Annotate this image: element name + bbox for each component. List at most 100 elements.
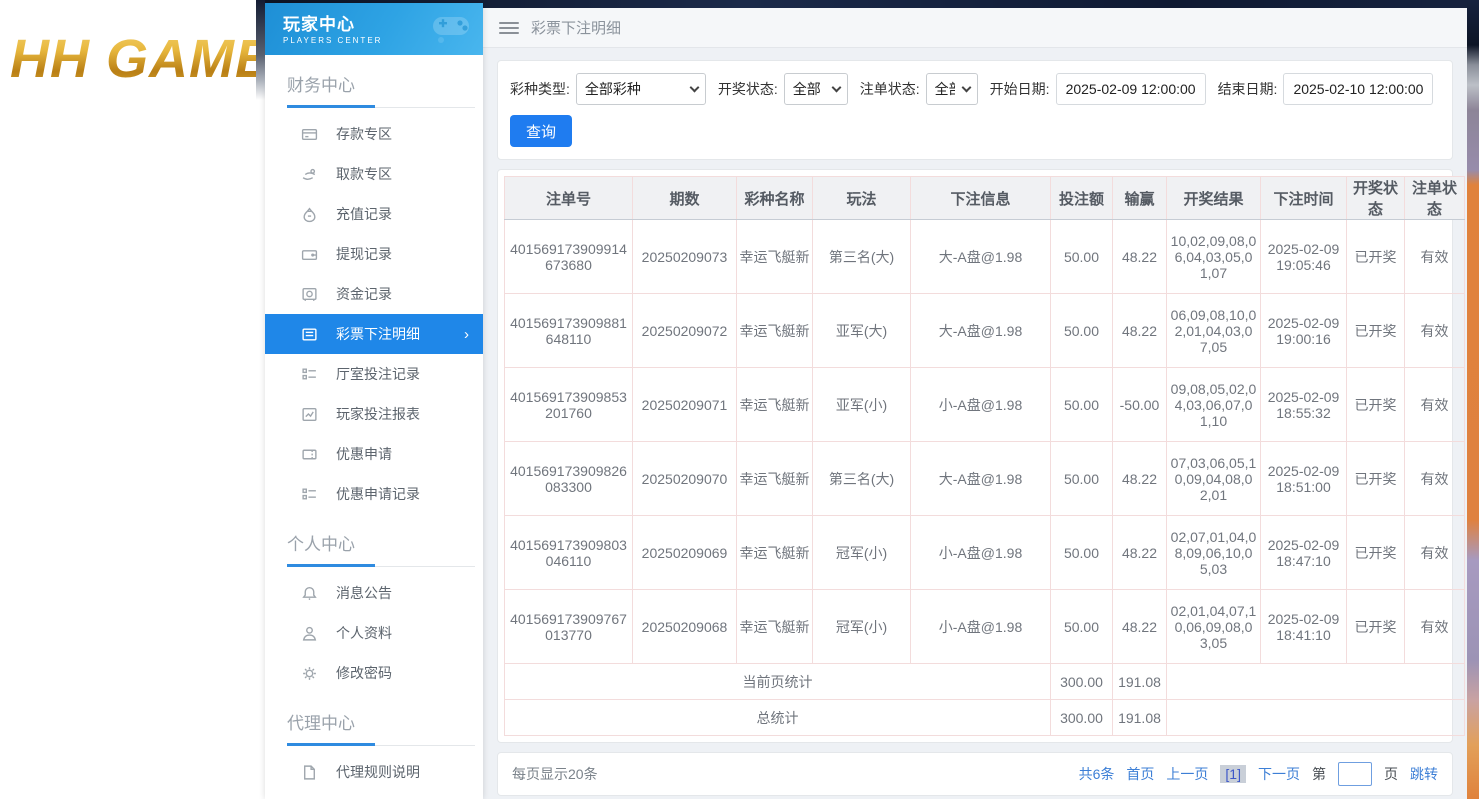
table-cell: 50.00 [1051,220,1113,294]
table-cell: 幸运飞艇新 [737,368,813,442]
table-cell: 48.22 [1113,220,1167,294]
table-cell: 48.22 [1113,590,1167,664]
table-cell: 已开奖 [1347,368,1405,442]
end-date-input[interactable] [1283,73,1433,105]
table-cell: 07,03,06,05,10,09,04,08,02,01 [1167,442,1261,516]
table-cell: -50.00 [1113,368,1167,442]
filter-panel: 彩种类型: 全部彩种 开奖状态: 全部 注单状态: 全部 [497,60,1453,160]
logo-panel: HH GAME [0,0,258,799]
summary-winloss-total: 191.08 [1113,664,1167,700]
bets-table: 注单号期数彩种名称玩法下注信息投注额输赢开奖结果下注时间开奖状态注单状态 401… [504,176,1465,736]
bets-table-panel: 注单号期数彩种名称玩法下注信息投注额输赢开奖结果下注时间开奖状态注单状态 401… [497,169,1453,743]
table-cell: 有效 [1405,590,1465,664]
table-row: 40156917390988164811020250209072幸运飞艇新亚军(… [505,294,1465,368]
table-header-cell: 注单状态 [1405,177,1465,220]
table-cell: 2025-02-09 19:00:16 [1261,294,1347,368]
menu-toggle-icon[interactable] [499,22,519,34]
lottery-type-select[interactable]: 全部彩种 [576,73,706,105]
draw-status-select[interactable]: 全部 [784,73,848,105]
first-page-link[interactable]: 首页 [1126,764,1154,784]
sidebar-item-bell[interactable]: 消息公告 [265,573,483,613]
sidebar-item-hall-record[interactable]: 厅室投注记录 [265,354,483,394]
sidebar-item-person[interactable]: 个人资料 [265,613,483,653]
sidebar: 玩家中心 PLAYERS CENTER 财务中心存款专区取款专区充值记录提现记录… [265,3,483,799]
table-cell: 有效 [1405,220,1465,294]
page-background-right-edge [1467,0,1479,799]
sidebar-item-label: 厅室投注记录 [336,364,420,384]
summary-bet-total: 300.00 [1051,700,1113,736]
search-button[interactable]: 查询 [510,115,572,147]
table-header-cell: 期数 [633,177,737,220]
sidebar-item-report[interactable]: 玩家投注报表 [265,394,483,434]
sidebar-section-label: 财务中心 [265,55,483,104]
withdraw-hand-icon [301,166,318,183]
table-cell: 幸运飞艇新 [737,220,813,294]
person-icon [301,625,318,642]
page-number-input[interactable] [1338,762,1372,786]
sidebar-section-label: 代理中心 [265,693,483,742]
sidebar-item-label: 资金记录 [336,284,392,304]
table-cell: 50.00 [1051,516,1113,590]
sidebar-item-coupon-record[interactable]: 优惠申请记录 [265,474,483,514]
sidebar-item-stats[interactable]: 代理团队统计 [265,792,483,799]
table-cell: 48.22 [1113,442,1167,516]
gamepad-icon [429,9,473,50]
table-header-row: 注单号期数彩种名称玩法下注信息投注额输赢开奖结果下注时间开奖状态注单状态 [505,177,1465,220]
summary-label: 当前页统计 [505,664,1051,700]
section-divider [265,742,483,746]
safe-icon [301,286,318,303]
table-header-cell: 投注额 [1051,177,1113,220]
sidebar-item-withdraw-hand[interactable]: 取款专区 [265,154,483,194]
sidebar-item-label: 彩票下注明细 [336,324,420,344]
table-cell: 10,02,09,08,06,04,03,05,01,07 [1167,220,1261,294]
sidebar-menu: 财务中心存款专区取款专区充值记录提现记录资金记录彩票下注明细 › 厅室投注记录玩家投… [265,55,483,799]
table-cell: 401569173909803046110 [505,516,633,590]
sidebar-item-safe[interactable]: 资金记录 [265,274,483,314]
page-background-left-edge [256,0,265,100]
table-cell: 冠军(小) [813,590,911,664]
jump-button[interactable]: 跳转 [1410,764,1438,784]
sidebar-item-label: 提现记录 [336,244,392,264]
table-cell: 401569173909853201760 [505,368,633,442]
order-status-select[interactable]: 全部 [926,73,978,105]
sidebar-section-label: 个人中心 [265,514,483,563]
summary-row: 总统计300.00191.08 [505,700,1465,736]
table-header-cell: 下注信息 [911,177,1051,220]
sidebar-item-moneybag[interactable]: 充值记录 [265,194,483,234]
sidebar-item-wallet[interactable]: 提现记录 [265,234,483,274]
current-page-indicator: [1] [1220,765,1246,783]
hall-record-icon [301,366,318,383]
gear-icon [301,665,318,682]
next-page-link[interactable]: 下一页 [1258,764,1300,784]
table-cell: 幸运飞艇新 [737,442,813,516]
chevron-right-icon: › [464,326,469,343]
table-cell: 冠军(小) [813,516,911,590]
table-cell: 02,01,04,07,10,06,09,08,03,05 [1167,590,1261,664]
start-date-label: 开始日期: [990,79,1050,99]
prev-page-link[interactable]: 上一页 [1166,764,1208,784]
sidebar-item-coupon[interactable]: 优惠申请 [265,434,483,474]
section-divider [265,563,483,567]
table-header-cell: 玩法 [813,177,911,220]
jump-prefix-label: 第 [1312,764,1326,784]
brand-logo: HH GAME [10,28,258,90]
table-header-cell: 开奖状态 [1347,177,1405,220]
sidebar-item-deposit-card[interactable]: 存款专区 [265,114,483,154]
wallet-icon [301,246,318,263]
sidebar-item-doc[interactable]: 代理规则说明 [265,752,483,792]
bell-icon [301,585,318,602]
sidebar-item-gear[interactable]: 修改密码 [265,653,483,693]
table-row: 40156917390982608330020250209070幸运飞艇新第三名… [505,442,1465,516]
table-cell: 20250209069 [633,516,737,590]
table-cell: 大-A盘@1.98 [911,442,1051,516]
table-cell: 已开奖 [1347,294,1405,368]
sidebar-item-label: 修改密码 [336,663,392,683]
table-cell: 有效 [1405,516,1465,590]
table-cell: 09,08,05,02,04,03,06,07,01,10 [1167,368,1261,442]
coupon-record-icon [301,486,318,503]
end-date-label: 结束日期: [1218,79,1278,99]
start-date-input[interactable] [1056,73,1206,105]
table-cell: 48.22 [1113,294,1167,368]
lottery-type-label: 彩种类型: [510,79,570,99]
sidebar-item-lottery-list[interactable]: 彩票下注明细 › [265,314,483,354]
